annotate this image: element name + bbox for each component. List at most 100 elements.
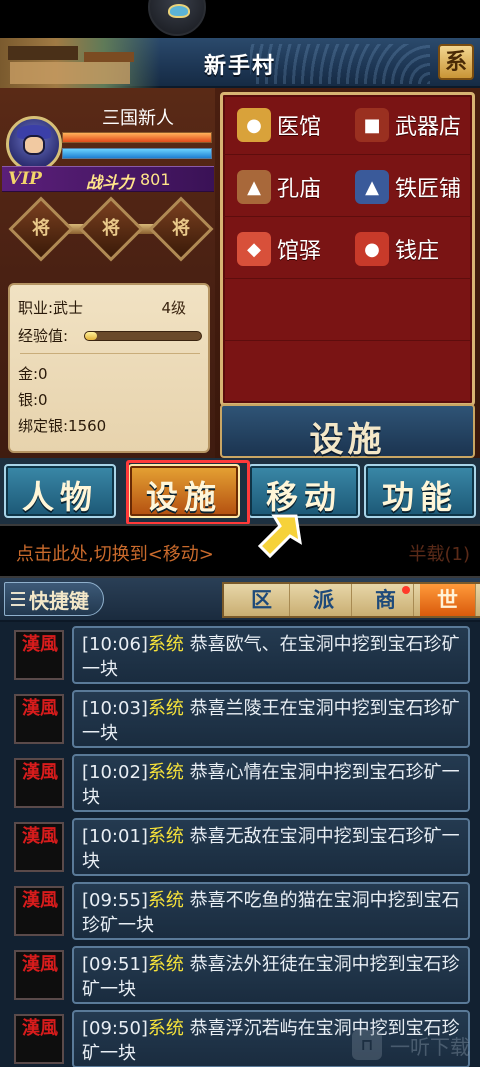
tab-functions[interactable]: 功能 (364, 464, 476, 518)
message-bubble: [10:02]系统 恭喜心情在宝洞中挖到宝石珍矿一块 (72, 754, 470, 812)
facilities-board: ● 医馆 ■ 武器店 ▲ 孔庙 ▲ 铁匠铺 ◆ 馆驿 ● 钱庄 (220, 92, 475, 406)
facility-blacksmith[interactable]: ▲ 铁匠铺 (355, 167, 461, 207)
facility-label: 医馆 (277, 115, 322, 140)
pointer-arrow-icon (257, 514, 302, 559)
tab-label: 人物 (21, 478, 98, 516)
tab-faction[interactable]: 派 (296, 584, 352, 616)
mp-bar-fill (63, 149, 211, 158)
bird-icon (168, 4, 190, 18)
post-station-icon: ◆ (237, 232, 271, 266)
general-slot[interactable]: 将 (8, 196, 74, 262)
general-slots: 将 将 将 (8, 196, 214, 262)
sender-badge[interactable]: 漢風 (14, 822, 64, 872)
location-title: 新手村 (203, 54, 276, 79)
chat-channel-tabs: 区 派 商 世 (222, 582, 480, 618)
tutorial-tip-text: 点击此处,切换到<移动> (16, 544, 214, 565)
power-label: 战斗力 (86, 173, 135, 192)
money-bag-icon: ● (355, 232, 389, 266)
stats-card: 职业:武士 4级 经验值: 金:0 银:0 绑定银:1560 (8, 283, 210, 453)
system-button[interactable]: 系 (438, 44, 474, 80)
medicine-gourd-icon: ● (237, 108, 271, 142)
sender-badge-text: 漢風 (22, 954, 58, 975)
job-text: 职业:武士 (18, 299, 84, 317)
message-time: [09:51] (82, 954, 148, 975)
message-time: [10:06] (82, 634, 148, 655)
message-content: [10:06]系统 恭喜欧气、在宝洞中挖到宝石珍矿一块 (82, 632, 462, 682)
chat-list[interactable]: 漢風 [10:06]系统 恭喜欧气、在宝洞中挖到宝石珍矿一块 漢風 [10:03… (0, 622, 480, 1067)
chat-message: 漢風 [10:01]系统 恭喜无敌在宝洞中挖到宝石珍矿一块 (0, 816, 480, 878)
sender-badge[interactable]: 漢風 (14, 950, 64, 1000)
chat-message: 漢風 [09:51]系统 恭喜法外狂徒在宝洞中挖到宝石珍矿一块 (0, 944, 480, 1006)
general-slot-label: 将 (102, 218, 120, 239)
facility-label: 馆驿 (277, 239, 322, 264)
message-time: [10:01] (82, 826, 148, 847)
chat-message: 漢風 [10:06]系统 恭喜欧气、在宝洞中挖到宝石珍矿一块 (0, 624, 480, 686)
general-slot[interactable]: 将 (148, 196, 214, 262)
facility-bank[interactable]: ● 钱庄 (355, 229, 439, 269)
facility-label: 武器店 (395, 115, 462, 140)
sender-badge[interactable]: 漢風 (14, 758, 64, 808)
message-bubble: [09:51]系统 恭喜法外狂徒在宝洞中挖到宝石珍矿一块 (72, 946, 470, 1004)
hp-bar-fill (63, 133, 211, 142)
chat-header: 快捷键 区 派 商 世 (0, 578, 480, 622)
facility-row-empty (223, 281, 472, 341)
tab-region[interactable]: 区 (234, 584, 290, 616)
message-channel: 系统 (147, 890, 184, 911)
general-slot[interactable]: 将 (78, 196, 144, 262)
facilities-title-plate: 设施 (220, 404, 475, 460)
divider (20, 353, 200, 354)
tab-world[interactable]: 世 (420, 584, 476, 616)
vip-label[interactable]: VIP (8, 169, 42, 189)
facility-temple[interactable]: ▲ 孔庙 (237, 167, 321, 207)
message-time: [09:55] (82, 890, 148, 911)
message-channel: 系统 (147, 634, 184, 655)
message-bubble: [10:01]系统 恭喜无敌在宝洞中挖到宝石珍矿一块 (72, 818, 470, 876)
tab-move[interactable]: 移动 (248, 464, 360, 518)
facility-row: ◆ 馆驿 ● 钱庄 (223, 219, 472, 279)
message-bubble: [09:55]系统 恭喜不吃鱼的猫在宝洞中挖到宝石珍矿一块 (72, 882, 470, 940)
tab-label: 功能 (381, 478, 458, 516)
tab-character[interactable]: 人物 (4, 464, 116, 518)
message-time: [09:50] (82, 1018, 148, 1039)
bound-silver-text: 绑定银:1560 (18, 417, 107, 435)
sender-badge[interactable]: 漢風 (14, 630, 64, 680)
message-channel: 系统 (147, 954, 184, 975)
exp-bar (84, 331, 202, 341)
chat-message: 漢風 [10:02]系统 恭喜心情在宝洞中挖到宝石珍矿一块 (0, 752, 480, 814)
temple-icon: ▲ (237, 170, 271, 204)
facility-post-station[interactable]: ◆ 馆驿 (237, 229, 321, 269)
shortcut-label: 快捷键 (29, 588, 89, 613)
location-header: 新手村 系 (0, 38, 480, 88)
message-time: [10:02] (82, 762, 148, 783)
chat-message: 漢風 [10:03]系统 恭喜兰陵王在宝洞中挖到宝石珍矿一块 (0, 688, 480, 750)
vip-power-row: VIP 战斗力 801 (2, 166, 214, 192)
chat-message: 漢風 [09:55]系统 恭喜不吃鱼的猫在宝洞中挖到宝石珍矿一块 (0, 880, 480, 942)
sender-badge[interactable]: 漢風 (14, 694, 64, 744)
sender-badge[interactable]: 漢風 (14, 1014, 64, 1064)
facility-weapon-shop[interactable]: ■ 武器店 (355, 105, 461, 145)
facility-row: ● 医馆 ■ 武器店 (223, 95, 472, 155)
message-content: [10:01]系统 恭喜无敌在宝洞中挖到宝石珍矿一块 (82, 824, 462, 874)
message-content: [10:02]系统 恭喜心情在宝洞中挖到宝石珍矿一块 (82, 760, 462, 810)
message-channel: 系统 (147, 762, 184, 783)
facility-row: ▲ 孔庙 ▲ 铁匠铺 (223, 157, 472, 217)
message-time: [10:03] (82, 698, 148, 719)
sender-badge-text: 漢風 (22, 1018, 58, 1039)
gold-text: 金:0 (18, 365, 48, 383)
facilities-title: 设施 (309, 420, 386, 460)
tutorial-highlight (126, 460, 250, 525)
facility-label: 铁匠铺 (395, 177, 462, 202)
shortcut-button[interactable]: 快捷键 (4, 582, 104, 616)
weapon-shop-icon: ■ (355, 108, 389, 142)
sender-badge-text: 漢風 (22, 634, 58, 655)
exp-bar-fill (85, 332, 97, 340)
facility-clinic[interactable]: ● 医馆 (237, 105, 321, 145)
watermark: ⊓ 一听下载 (352, 1030, 470, 1060)
general-slot-label: 将 (32, 218, 50, 239)
watermark-text: 一听下载 (390, 1034, 470, 1059)
sender-badge-text: 漢風 (22, 762, 58, 783)
message-channel: 系统 (147, 826, 184, 847)
avatar[interactable] (6, 116, 62, 172)
tutorial-tip-bar[interactable]: 点击此处,切换到<移动> 半载(1) (0, 524, 480, 578)
sender-badge[interactable]: 漢風 (14, 886, 64, 936)
